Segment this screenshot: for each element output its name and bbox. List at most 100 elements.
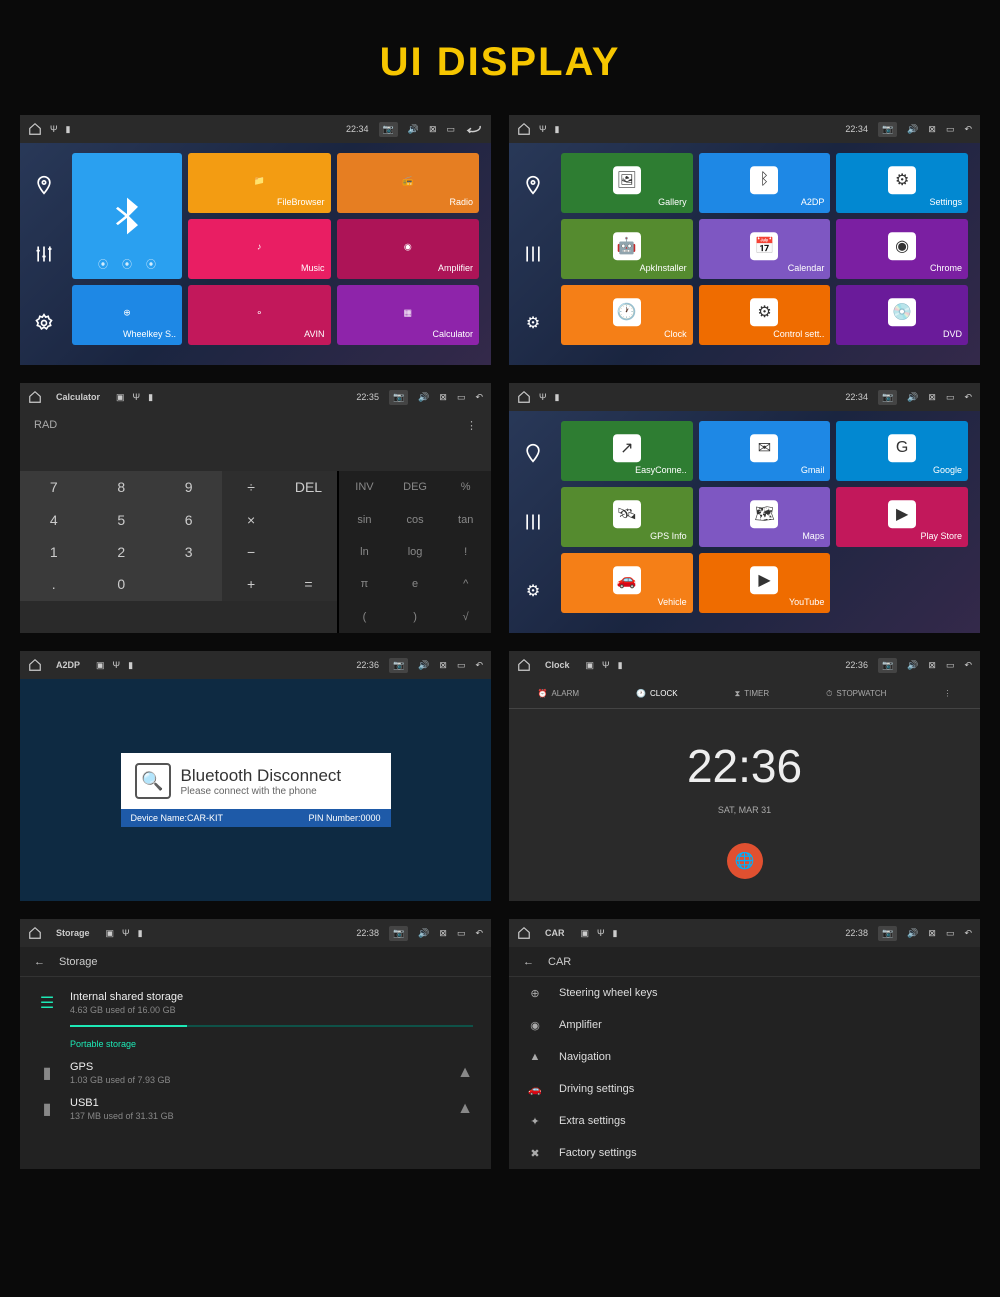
nav-location-icon[interactable] (33, 174, 55, 196)
close-icon[interactable]: ⊠ (439, 928, 447, 939)
tab-timer[interactable]: ⧗TIMER (735, 689, 770, 699)
home-icon[interactable] (28, 658, 42, 672)
tile-apkinstaller[interactable]: 🤖ApkInstaller (561, 219, 693, 279)
tile-gmail[interactable]: ✉Gmail (699, 421, 831, 481)
eject-icon[interactable]: ▲ (457, 1100, 473, 1118)
tile-chrome[interactable]: ◉Chrome (836, 219, 968, 279)
tile-control-sett-[interactable]: ⚙Control sett.. (699, 285, 831, 345)
tile-music[interactable]: ♪Music (188, 219, 331, 279)
calc-fn-√[interactable]: √ (440, 601, 491, 633)
calc-op-÷[interactable]: ÷ (222, 471, 279, 503)
close-icon[interactable]: ⊠ (429, 124, 437, 135)
storage-gps[interactable]: ▮ GPS1.03 GB used of 7.93 GB ▲ (20, 1055, 491, 1091)
volume-icon[interactable]: 🔊 (907, 124, 918, 135)
volume-icon[interactable]: 🔊 (418, 928, 429, 939)
camera-icon[interactable]: 📷 (389, 926, 408, 941)
calc-key-9[interactable]: 9 (155, 471, 222, 503)
recent-icon[interactable]: ▭ (946, 928, 955, 939)
calc-op-×[interactable]: × (222, 503, 279, 535)
tile-maps[interactable]: 🗺Maps (699, 487, 831, 547)
home-icon[interactable] (28, 926, 42, 940)
calc-fn-log[interactable]: log (390, 536, 441, 568)
calc-key-5[interactable]: 5 (87, 503, 154, 535)
nav-location-icon[interactable] (522, 174, 544, 196)
camera-icon[interactable]: 📷 (389, 390, 408, 405)
camera-icon[interactable]: 📷 (389, 658, 408, 673)
calc-op-=[interactable]: = (280, 568, 337, 600)
recent-icon[interactable]: ▭ (946, 660, 955, 671)
home-icon[interactable] (517, 926, 531, 940)
close-icon[interactable]: ⊠ (928, 928, 936, 939)
close-icon[interactable]: ⊠ (928, 660, 936, 671)
home-icon[interactable] (517, 390, 531, 404)
back-icon[interactable]: ↶ (475, 660, 483, 671)
calc-key-2[interactable]: 2 (87, 536, 154, 568)
tile-wheelkey[interactable]: ⊕Wheelkey S.. (72, 285, 182, 345)
tile-google[interactable]: GGoogle (836, 421, 968, 481)
tile-youtube[interactable]: ▶YouTube (699, 553, 831, 613)
calc-op-−[interactable]: − (222, 536, 279, 568)
camera-icon[interactable]: 📷 (878, 926, 897, 941)
tile-avin[interactable]: ⚬AVIN (188, 285, 331, 345)
calc-fn-INV[interactable]: INV (339, 471, 390, 503)
more-icon[interactable]: ⋮ (466, 419, 477, 432)
play-icon[interactable]: ⦿ (122, 256, 132, 271)
calc-key-4[interactable]: 4 (20, 503, 87, 535)
calc-fn-%[interactable]: % (440, 471, 491, 503)
tile-clock[interactable]: 🕐Clock (561, 285, 693, 345)
tile-calendar[interactable]: 📅Calendar (699, 219, 831, 279)
camera-icon[interactable]: 📷 (379, 122, 398, 137)
tab-clock[interactable]: 🕐CLOCK (636, 689, 678, 698)
calc-fn-tan[interactable]: tan (440, 503, 491, 535)
tile-bluetooth-large[interactable]: ⦿ ⦿ ⦿ (72, 153, 182, 279)
calc-key-3[interactable]: 3 (155, 536, 222, 568)
add-city-button[interactable]: 🌐 (727, 843, 763, 879)
nav-equalizer-icon[interactable] (522, 511, 544, 533)
car-item-factory-settings[interactable]: ✖Factory settings (509, 1137, 980, 1169)
back-icon[interactable]: ↶ (964, 392, 972, 403)
back-icon[interactable]: ↶ (475, 928, 483, 939)
close-icon[interactable]: ⊠ (928, 124, 936, 135)
calc-key-7[interactable]: 7 (20, 471, 87, 503)
calc-fn-^[interactable]: ^ (440, 568, 491, 600)
calc-key-1[interactable]: 1 (20, 536, 87, 568)
nav-settings-icon[interactable]: ⚙ (522, 312, 544, 334)
home-icon[interactable] (28, 390, 42, 404)
nav-location-icon[interactable] (522, 442, 544, 464)
tile-calculator[interactable]: ▦Calculator (337, 285, 480, 345)
more-icon[interactable]: ⋮ (943, 689, 951, 698)
eject-icon[interactable]: ▲ (457, 1064, 473, 1082)
calc-fn-sin[interactable]: sin (339, 503, 390, 535)
calc-fn-([interactable]: ( (339, 601, 390, 633)
tab-stopwatch[interactable]: ⏱STOPWATCH (826, 689, 886, 699)
volume-icon[interactable]: 🔊 (418, 392, 429, 403)
prev-icon[interactable]: ⦿ (98, 256, 108, 271)
camera-icon[interactable]: 📷 (878, 658, 897, 673)
home-icon[interactable] (517, 658, 531, 672)
car-item-steering-wheel-keys[interactable]: ⊕Steering wheel keys (509, 977, 980, 1009)
calc-fn-![interactable]: ! (440, 536, 491, 568)
volume-icon[interactable]: 🔊 (418, 660, 429, 671)
recent-icon[interactable]: ▭ (457, 928, 466, 939)
recent-icon[interactable]: ▭ (457, 660, 466, 671)
car-item-navigation[interactable]: ▲Navigation (509, 1041, 980, 1073)
nav-equalizer-icon[interactable] (522, 243, 544, 265)
home-icon[interactable] (517, 122, 531, 136)
camera-icon[interactable]: 📷 (878, 390, 897, 405)
calc-key-6[interactable]: 6 (155, 503, 222, 535)
close-icon[interactable]: ⊠ (439, 660, 447, 671)
volume-icon[interactable]: 🔊 (408, 124, 419, 135)
tile-easyconne-[interactable]: ↗EasyConne.. (561, 421, 693, 481)
tile-dvd[interactable]: 💿DVD (836, 285, 968, 345)
back-arrow-icon[interactable]: ← (34, 956, 45, 968)
camera-icon[interactable]: 📷 (878, 122, 897, 137)
storage-internal[interactable]: ☰ Internal shared storage4.63 GB used of… (20, 985, 491, 1021)
tile-filebrowser[interactable]: 📁FileBrowser (188, 153, 331, 213)
back-icon[interactable] (465, 124, 483, 134)
tile-radio[interactable]: 📻Radio (337, 153, 480, 213)
recent-icon[interactable]: ▭ (946, 124, 955, 135)
back-icon[interactable]: ↶ (964, 124, 972, 135)
tile-a2dp[interactable]: ᛒA2DP (699, 153, 831, 213)
back-icon[interactable]: ↶ (475, 392, 483, 403)
calc-key-.[interactable]: . (20, 568, 87, 600)
